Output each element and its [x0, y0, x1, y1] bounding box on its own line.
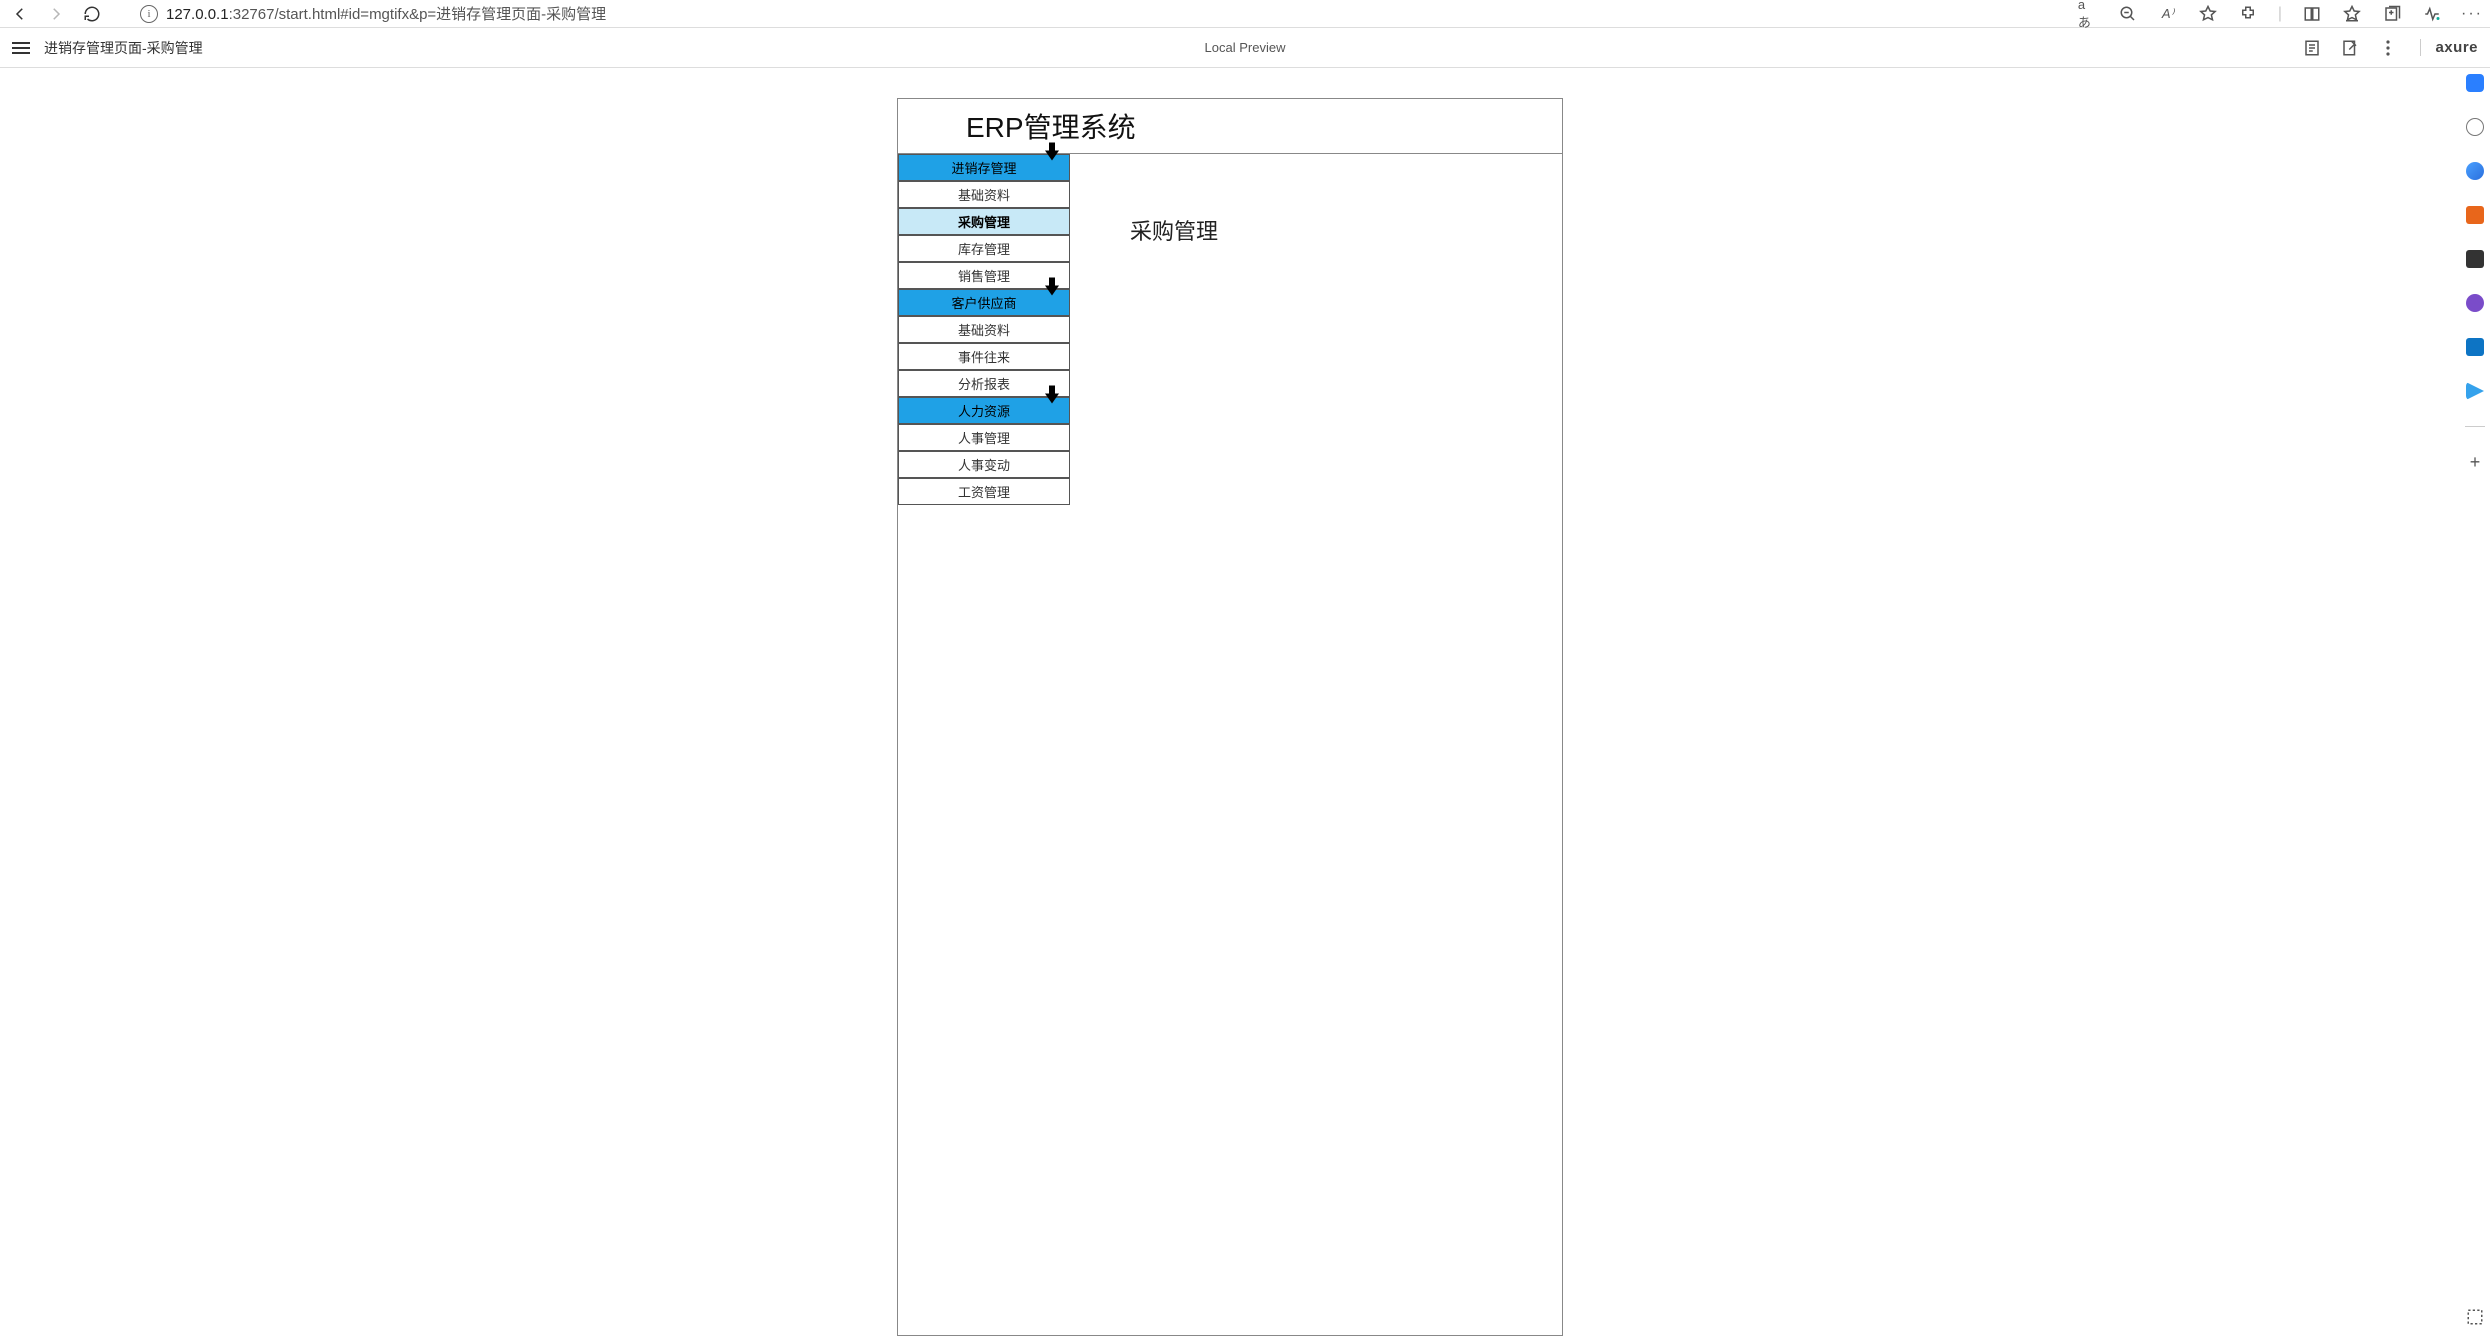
menu-item[interactable]: 采购管理	[898, 208, 1070, 235]
page-label: 进销存管理页面-采购管理	[44, 38, 203, 58]
extensions-icon[interactable]	[2238, 4, 2258, 24]
url-path: :32767/start.html#id=mgtifx&p=进销存管理页面-采购…	[229, 6, 607, 23]
sidebar-add-icon[interactable]: +	[2470, 453, 2481, 471]
sidebar-app-5-icon[interactable]	[2466, 294, 2484, 312]
menu-group-label: 客户供应商	[951, 293, 1016, 312]
axure-logo[interactable]: axure	[2420, 39, 2478, 56]
browser-toolbar: i 127.0.0.1:32767/start.html#id=mgtifx&p…	[0, 0, 2490, 28]
app-frame: ERP管理系统 进销存管理基础资料采购管理库存管理销售管理客户供应商基础资料事件…	[897, 98, 1563, 1336]
kebab-menu-icon[interactable]	[2378, 38, 2398, 58]
hamburger-icon[interactable]	[12, 42, 30, 54]
sidebar-separator	[2465, 426, 2485, 427]
app-body: 进销存管理基础资料采购管理库存管理销售管理客户供应商基础资料事件往来分析报表人力…	[898, 154, 1562, 674]
split-screen-icon[interactable]	[2302, 4, 2322, 24]
menu-item[interactable]: 库存管理	[898, 235, 1070, 262]
notes-icon[interactable]	[2302, 38, 2322, 58]
menu-item[interactable]: 人事管理	[898, 424, 1070, 451]
menu-item[interactable]: 人事变动	[898, 451, 1070, 478]
menu-group-label: 人力资源	[958, 401, 1010, 420]
favorite-icon[interactable]	[2198, 4, 2218, 24]
axure-toolbar: 进销存管理页面-采购管理 Local Preview axure	[0, 28, 2490, 68]
forward-button[interactable]	[44, 2, 68, 26]
menu-item[interactable]: 基础资料	[898, 316, 1070, 343]
content-title: 采购管理	[1070, 154, 1562, 674]
menu-group-header[interactable]: 人力资源	[898, 397, 1070, 424]
sidebar-app-2-icon[interactable]	[2466, 162, 2484, 180]
more-icon[interactable]: ···	[2462, 4, 2482, 24]
app-title: ERP管理系统	[898, 99, 1562, 154]
refresh-button[interactable]	[80, 2, 104, 26]
performance-icon[interactable]	[2422, 4, 2442, 24]
sidebar-app-7-icon[interactable]	[2466, 382, 2484, 400]
sidebar-search-icon[interactable]	[2466, 118, 2484, 136]
share-icon[interactable]	[2340, 38, 2360, 58]
screenshot-icon[interactable]	[2466, 1308, 2484, 1326]
preview-mode-label: Local Preview	[1205, 40, 1286, 55]
read-aloud-icon[interactable]: A⁾	[2158, 4, 2178, 24]
viewport: ERP管理系统 进销存管理基础资料采购管理库存管理销售管理客户供应商基础资料事件…	[0, 68, 2460, 1336]
sidebar-app-1-icon[interactable]	[2466, 74, 2484, 92]
sidebar-app-3-icon[interactable]	[2466, 206, 2484, 224]
zoom-out-icon[interactable]	[2118, 4, 2138, 24]
menu-group-label: 进销存管理	[951, 158, 1016, 177]
back-button[interactable]	[8, 2, 32, 26]
favorites-bar-icon[interactable]	[2342, 4, 2362, 24]
url-host: 127.0.0.1	[166, 6, 229, 23]
translate-icon[interactable]: aあ	[2078, 4, 2098, 24]
sidebar-app-6-icon[interactable]	[2466, 338, 2484, 356]
sidebar-app-4-icon[interactable]	[2466, 250, 2484, 268]
menu-item[interactable]: 工资管理	[898, 478, 1070, 505]
menu-group-header[interactable]: 进销存管理	[898, 154, 1070, 181]
menu-group-header[interactable]: 客户供应商	[898, 289, 1070, 316]
menu-item[interactable]: 事件往来	[898, 343, 1070, 370]
arrow-down-icon	[1045, 160, 1059, 175]
sidebar: 进销存管理基础资料采购管理库存管理销售管理客户供应商基础资料事件往来分析报表人力…	[898, 154, 1070, 674]
address-bar[interactable]: i 127.0.0.1:32767/start.html#id=mgtifx&p…	[140, 3, 606, 24]
site-info-icon[interactable]: i	[140, 5, 158, 23]
arrow-down-icon	[1045, 403, 1059, 418]
menu-item[interactable]: 基础资料	[898, 181, 1070, 208]
url-text: 127.0.0.1:32767/start.html#id=mgtifx&p=进…	[166, 3, 606, 24]
browser-right-icons: aあ A⁾ | ···	[2078, 4, 2482, 24]
arrow-down-icon	[1045, 295, 1059, 310]
edge-sidebar: +	[2460, 68, 2490, 471]
collections-icon[interactable]	[2382, 4, 2402, 24]
